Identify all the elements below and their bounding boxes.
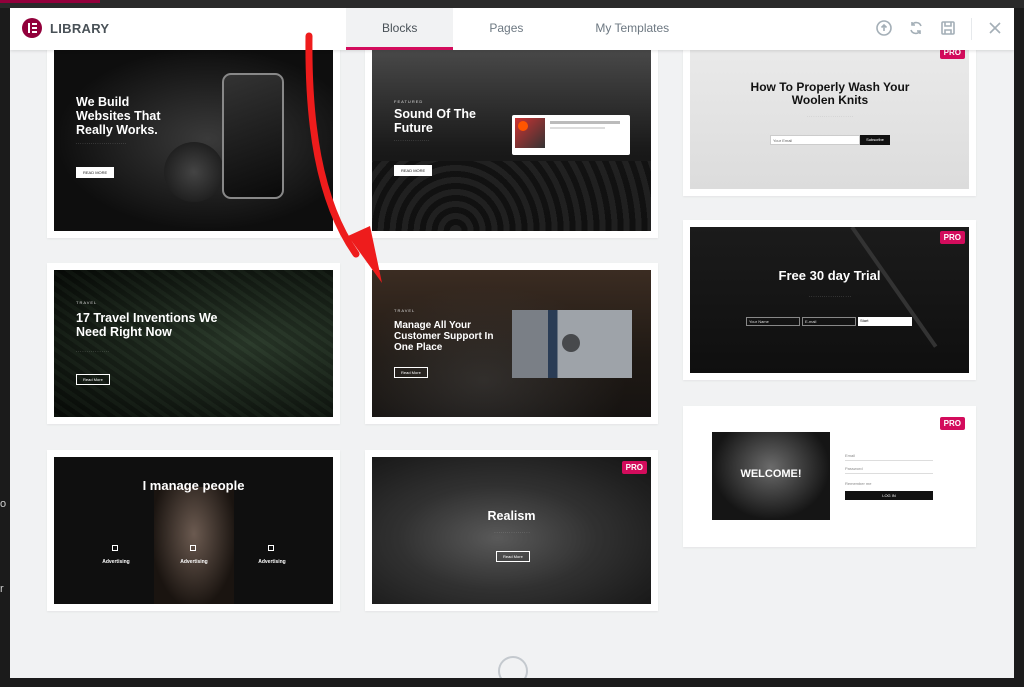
template-card-free-trial[interactable]: PRO Free 30 day Trial · · · · · · · · · … bbox=[683, 220, 976, 380]
template-thumbnail: WELCOME! Email Password Remember me LOG … bbox=[690, 413, 969, 540]
card-title: Free 30 day Trial bbox=[778, 268, 881, 283]
template-thumbnail: We Build Websites That Really Works. · ·… bbox=[54, 47, 333, 231]
subscribe-button: Subscribe bbox=[860, 135, 890, 145]
editor-side-text: r bbox=[0, 583, 4, 595]
template-thumbnail: How To Properly Wash Your Woolen Knits ·… bbox=[690, 47, 969, 189]
template-thumbnail: I manage people Advertising Advertising … bbox=[54, 457, 333, 604]
wind-turbine-image bbox=[850, 227, 938, 348]
card-button: Read More bbox=[496, 551, 530, 562]
pro-badge: PRO bbox=[621, 461, 647, 474]
template-thumbnail: Free 30 day Trial · · · · · · · · · · · … bbox=[690, 227, 969, 373]
card-title: We Build Websites That Really Works. bbox=[76, 95, 161, 137]
play-icon bbox=[518, 121, 528, 131]
card-kicker: TRAVEL bbox=[394, 308, 416, 313]
library-modal: LIBRARY Blocks Pages My Templates We Bui… bbox=[10, 8, 1014, 678]
portrait-image: WELCOME! bbox=[712, 432, 830, 520]
card-kicker: FEATURED bbox=[394, 99, 424, 104]
password-field: Password bbox=[845, 466, 933, 474]
save-icon[interactable] bbox=[939, 20, 957, 38]
pro-badge: PRO bbox=[939, 231, 965, 244]
card-description: · · · · · · · · · · · · · · · · · · · · bbox=[809, 295, 851, 299]
card-kicker: TRAVEL bbox=[76, 300, 98, 305]
template-card-welcome-login[interactable]: PRO WELCOME! Email Password Remember me … bbox=[683, 406, 976, 547]
card-button: Read More bbox=[394, 367, 428, 378]
header-actions bbox=[875, 18, 1004, 40]
template-card-woolen-knits[interactable]: PRO How To Properly Wash Your Woolen Kni… bbox=[683, 40, 976, 196]
feature-icon bbox=[268, 545, 274, 551]
card-title: How To Properly Wash Your Woolen Knits bbox=[750, 80, 910, 108]
music-player-embed bbox=[512, 115, 630, 155]
loading-indicator-icon bbox=[498, 656, 528, 678]
fern-image bbox=[54, 270, 333, 417]
card-description: · · · · · · · · · · · · · · · · · · · · … bbox=[806, 115, 854, 119]
elementor-logo-icon bbox=[22, 18, 42, 38]
template-card-realism[interactable]: PRO Realism · · · · · · · · · · · · · · … bbox=[365, 450, 658, 611]
editor-accent bbox=[0, 0, 100, 3]
header-divider bbox=[971, 18, 972, 40]
template-card-customer-support[interactable]: TRAVEL Manage All Your Customer Support … bbox=[365, 263, 658, 424]
card-description: · · · · · · · · · · · · · · · · · bbox=[494, 531, 530, 535]
welcome-heading: WELCOME! bbox=[740, 468, 802, 480]
track-meta bbox=[550, 121, 620, 124]
video-embed bbox=[512, 310, 632, 378]
feature-label: Advertising bbox=[102, 559, 130, 565]
template-thumbnail: Realism · · · · · · · · · · · · · · · · … bbox=[372, 457, 651, 604]
card-description: · · · · · · · · · · · · · · · · · · · · … bbox=[76, 142, 127, 146]
feature-icon bbox=[112, 545, 118, 551]
template-card-we-build[interactable]: We Build Websites That Really Works. · ·… bbox=[47, 40, 340, 238]
feature-label: Advertising bbox=[258, 559, 286, 565]
skater-silhouette bbox=[164, 142, 224, 202]
template-card-sound[interactable]: FEATURED Sound Of The Future · · · · · ·… bbox=[365, 40, 658, 238]
phone-mockup bbox=[222, 73, 284, 199]
close-icon[interactable] bbox=[986, 20, 1004, 38]
tab-pages[interactable]: Pages bbox=[453, 8, 559, 50]
pro-badge: PRO bbox=[939, 417, 965, 430]
editor-top-bar bbox=[0, 0, 1024, 8]
remember-checkbox: Remember me bbox=[845, 481, 872, 486]
tab-my-templates[interactable]: My Templates bbox=[559, 8, 705, 50]
login-button: LOG IN bbox=[845, 491, 933, 500]
upload-icon[interactable] bbox=[875, 20, 893, 38]
library-header: LIBRARY Blocks Pages My Templates bbox=[10, 8, 1014, 50]
card-description: · · · · · · · · · · · · · · · · bbox=[76, 350, 110, 354]
tab-blocks[interactable]: Blocks bbox=[346, 8, 454, 50]
card-description: · · · · · · · · · · · · · · · · · bbox=[394, 139, 430, 143]
card-title: 17 Travel Inventions We Need Right Now bbox=[76, 311, 218, 339]
card-button: Read More bbox=[76, 374, 110, 385]
sync-icon[interactable] bbox=[907, 20, 925, 38]
template-thumbnail: FEATURED Sound Of The Future · · · · · ·… bbox=[372, 47, 651, 231]
template-thumbnail: TRAVEL 17 Travel Inventions We Need Righ… bbox=[54, 270, 333, 417]
play-icon bbox=[562, 334, 580, 352]
editor-side-text: o bbox=[0, 498, 7, 510]
card-title: Sound Of The Future bbox=[394, 107, 476, 135]
template-thumbnail: TRAVEL Manage All Your Customer Support … bbox=[372, 270, 651, 417]
card-title: I manage people bbox=[142, 478, 245, 493]
start-button: Start bbox=[858, 317, 912, 326]
track-meta bbox=[550, 127, 605, 129]
template-card-manage-people[interactable]: I manage people Advertising Advertising … bbox=[47, 450, 340, 611]
email-field: E-mail bbox=[802, 317, 856, 326]
feature-icon bbox=[190, 545, 196, 551]
template-card-travel-inventions[interactable]: TRAVEL 17 Travel Inventions We Need Righ… bbox=[47, 263, 340, 424]
library-tabs: Blocks Pages My Templates bbox=[346, 8, 705, 50]
card-button: READ MORE bbox=[76, 167, 115, 178]
name-field: Your Name bbox=[746, 317, 800, 326]
feature-label: Advertising bbox=[180, 559, 208, 565]
card-title: Manage All Your Customer Support In One … bbox=[394, 320, 494, 354]
email-field: Email bbox=[845, 453, 933, 461]
card-title: Realism bbox=[487, 509, 536, 523]
library-title: LIBRARY bbox=[50, 21, 110, 36]
email-field: Your Email bbox=[770, 135, 860, 145]
card-button: READ MORE bbox=[394, 165, 433, 176]
